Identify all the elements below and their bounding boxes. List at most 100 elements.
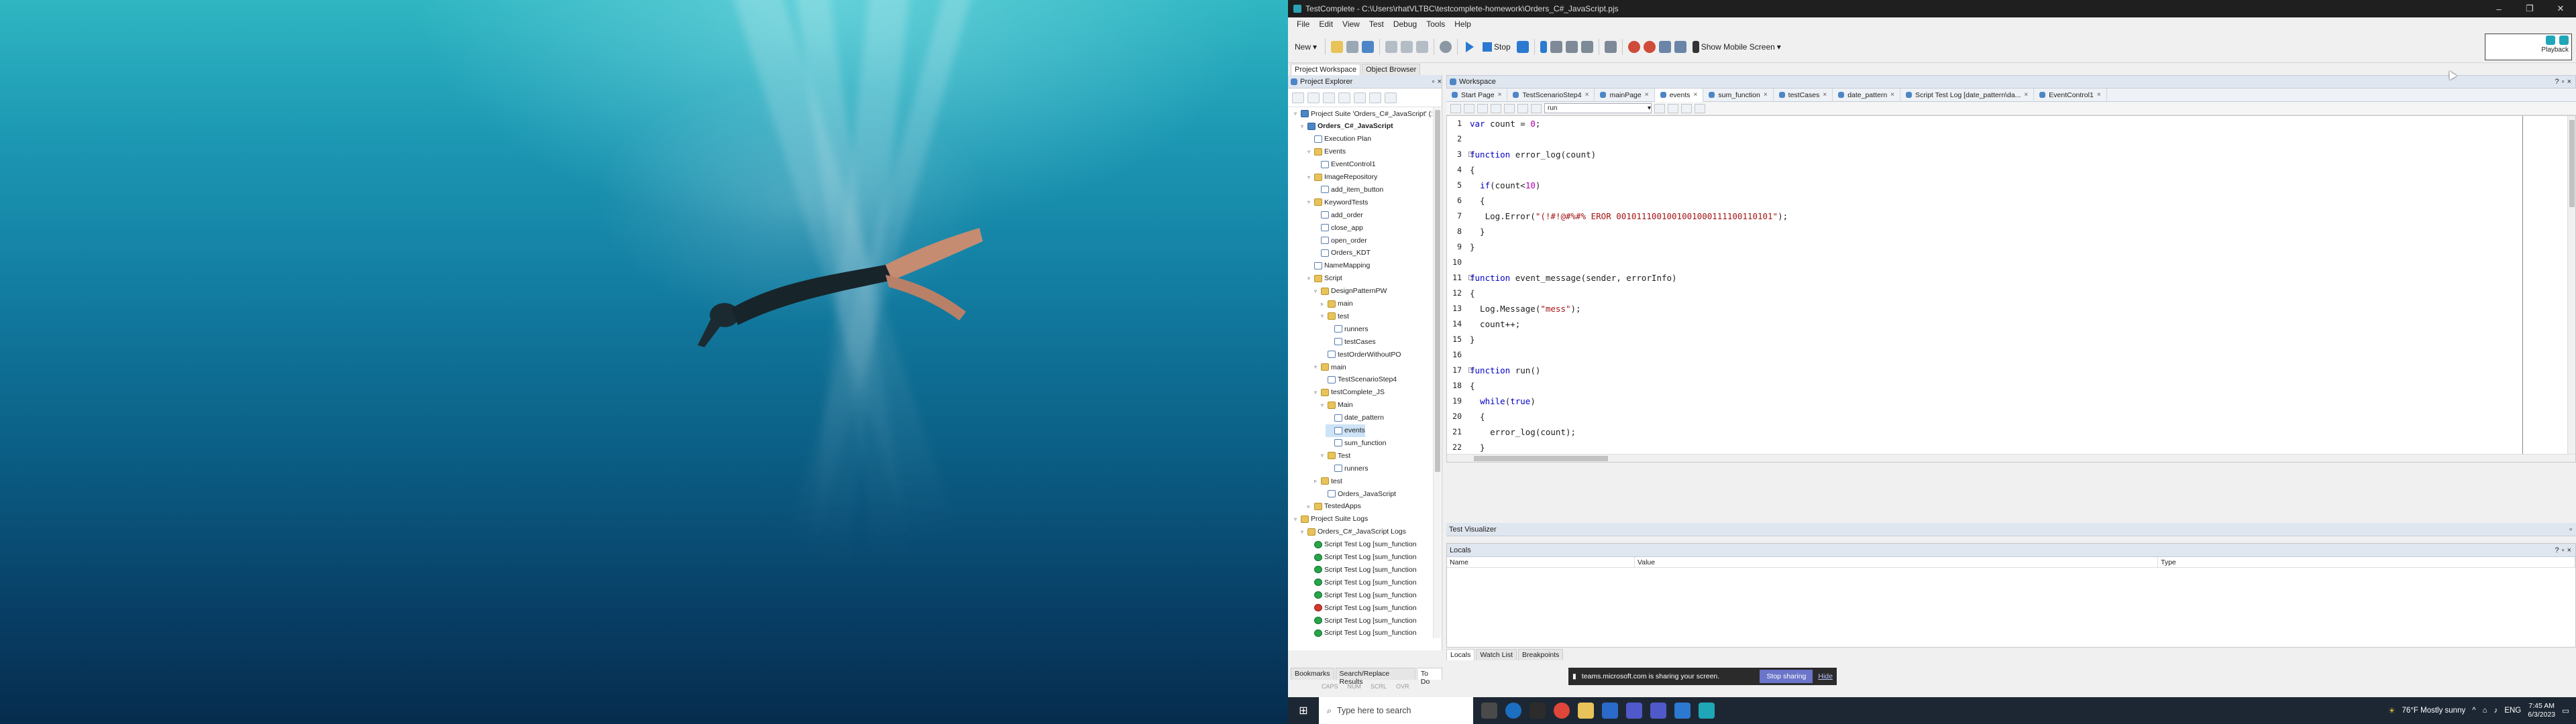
record-icon[interactable]	[1440, 40, 1452, 53]
tree-folder[interactable]: ▿ Project Suite Logs	[1292, 513, 1368, 526]
save-icon[interactable]	[1346, 40, 1359, 53]
testcomplete-icon[interactable]	[2546, 36, 2555, 45]
chevron-right-icon[interactable]: ▹	[1319, 301, 1326, 307]
menu-view[interactable]: View	[1338, 19, 1364, 29]
tree-log-item[interactable]: Script Test Log [sum_function	[1305, 563, 1417, 576]
routine-select[interactable]: run ▾	[1544, 103, 1652, 113]
close-icon[interactable]: ×	[2567, 78, 2575, 86]
tree-log-item[interactable]: Script Test Log [sum_function	[1305, 551, 1417, 564]
editor-tab[interactable]: TestScenarioStep4 ×	[1507, 88, 1595, 102]
open-icon[interactable]	[1331, 40, 1344, 53]
remove-icon[interactable]	[1323, 92, 1335, 103]
uncomment-icon[interactable]	[1491, 103, 1501, 113]
forward-icon[interactable]	[1531, 103, 1542, 113]
close-tab-icon[interactable]: ×	[1823, 91, 1827, 99]
run-routine-icon[interactable]	[1654, 103, 1665, 113]
chevron-down-icon[interactable]: ▿	[1305, 174, 1312, 180]
chevron-down-icon[interactable]: ▿	[1305, 149, 1312, 155]
menu-debug[interactable]: Debug	[1389, 19, 1421, 29]
tree-folder[interactable]: ▿ KeywordTests	[1305, 196, 1368, 208]
tree-item[interactable]: date_pattern	[1326, 412, 1384, 424]
tab-object-browser[interactable]: Object Browser	[1362, 64, 1421, 75]
tree-log-item[interactable]: Script Test Log [sum_function	[1305, 601, 1417, 614]
close-tab-icon[interactable]: ×	[1645, 91, 1649, 99]
editor-tab[interactable]: Start Page ×	[1446, 88, 1508, 102]
show-mobile-screen-button[interactable]: Show Mobile Screen ▾	[1690, 40, 1784, 54]
tools-icon[interactable]	[1674, 40, 1686, 53]
settings-icon[interactable]	[1695, 103, 1705, 113]
file-explorer-icon[interactable]	[1578, 703, 1594, 719]
language-indicator[interactable]: ENG	[2504, 707, 2521, 715]
tree-folder[interactable]: ▿ Script	[1305, 272, 1342, 285]
tree-item[interactable]: sum_function	[1326, 436, 1386, 449]
bug-settings-icon[interactable]	[1643, 40, 1656, 53]
close-tab-icon[interactable]: ×	[1764, 91, 1768, 99]
tree-item[interactable]: add_order	[1312, 208, 1363, 221]
chevron-down-icon[interactable]: ▿	[1312, 364, 1319, 370]
column-type[interactable]: Type	[2158, 557, 2575, 567]
help-icon[interactable]: ?	[2555, 78, 2559, 86]
comment-icon[interactable]	[1477, 103, 1488, 113]
filter-icon[interactable]	[1385, 92, 1397, 103]
expand-icon[interactable]: ▫	[2569, 526, 2576, 534]
expand-icon[interactable]	[1354, 92, 1366, 103]
tree-folder[interactable]: ▹ main	[1319, 298, 1353, 310]
close-tab-icon[interactable]: ×	[1498, 91, 1502, 99]
editor-tab[interactable]: sum_function ×	[1703, 88, 1774, 102]
tree-folder[interactable]: ▿ Test	[1319, 449, 1350, 462]
chevron-down-icon[interactable]: ▿	[1292, 111, 1299, 117]
code-editor[interactable]: 1234567891011121314151617181920212223 −−…	[1446, 115, 2576, 463]
clock[interactable]: 7:45 AM 6/3/2023	[2528, 702, 2555, 719]
step-into-icon[interactable]	[1550, 40, 1562, 53]
chevron-right-icon[interactable]: ▹	[1312, 478, 1319, 484]
tree-item[interactable]: NameMapping	[1305, 259, 1370, 272]
code-completion-icon[interactable]	[1681, 103, 1692, 113]
tree-item[interactable]: runners	[1326, 462, 1368, 475]
tree-folder[interactable]: ▿ ImageRepository	[1305, 171, 1377, 184]
network-icon[interactable]: ⌂	[2483, 707, 2487, 715]
chevron-down-icon[interactable]: ▿	[1312, 389, 1319, 396]
volume-icon[interactable]: ♪	[2494, 707, 2498, 715]
tab-bookmarks[interactable]: Bookmarks	[1291, 668, 1334, 680]
menu-file[interactable]: File	[1292, 19, 1314, 29]
step-over-icon[interactable]	[1565, 40, 1578, 53]
chevron-down-icon[interactable]: ▿	[1305, 276, 1312, 282]
tree-folder[interactable]: ▿ Main	[1319, 399, 1353, 412]
bug-icon[interactable]	[1627, 40, 1640, 53]
scrollbar-thumb[interactable]	[1435, 110, 1440, 472]
teams-meeting-icon[interactable]	[1650, 703, 1666, 719]
tab-to-do[interactable]: To Do	[1416, 668, 1442, 686]
run-button[interactable]	[1463, 40, 1477, 54]
tree-log-item[interactable]: Script Test Log [sum_function	[1305, 589, 1417, 601]
column-value[interactable]: Value	[1635, 557, 2158, 567]
taskbar-search[interactable]: ⌕ Type here to search	[1319, 697, 1473, 724]
chevron-down-icon[interactable]: ▿	[1305, 199, 1312, 205]
outdent-icon[interactable]	[1464, 103, 1474, 113]
close-tab-icon[interactable]: ×	[2097, 91, 2101, 99]
gear-icon[interactable]	[1658, 40, 1671, 53]
tree-folder[interactable]: ▿ Orders_C#_JavaScript	[1299, 120, 1393, 133]
tree-folder[interactable]: ▹ test	[1312, 475, 1342, 487]
editor-tab[interactable]: EventControl1 ×	[2034, 88, 2107, 102]
tab-search-replace-results[interactable]: Search/Replace Results	[1335, 668, 1415, 686]
tree-item[interactable]: close_app	[1312, 221, 1363, 234]
menu-test[interactable]: Test	[1364, 19, 1389, 29]
tree-folder[interactable]: ▿ DesignPatternPW	[1312, 285, 1387, 298]
debug-icon[interactable]	[1516, 40, 1529, 53]
hide-link[interactable]: Hide	[1818, 672, 1833, 680]
add-existing-icon[interactable]	[1307, 92, 1320, 103]
tree-item[interactable]: testOrderWithoutPO	[1319, 348, 1401, 361]
tab-watch-list[interactable]: Watch List	[1476, 649, 1517, 660]
copy-icon[interactable]	[1401, 40, 1413, 53]
chevron-down-icon[interactable]: ▿	[1292, 516, 1299, 522]
windows-start-icon[interactable]: ⊞	[1288, 704, 1319, 717]
explorer-scrollbar[interactable]	[1433, 107, 1441, 638]
collapse-icon[interactable]	[1369, 92, 1381, 103]
outlook-icon[interactable]	[1602, 703, 1618, 719]
chevron-down-icon[interactable]: ▿	[1319, 313, 1326, 319]
testcomplete-taskbar-icon[interactable]	[1699, 703, 1715, 719]
tree-item[interactable]: TestScenarioStep4	[1319, 373, 1397, 386]
tree-item[interactable]: Execution Plan	[1305, 133, 1371, 145]
tree-item[interactable]: Orders_JavaScript	[1319, 487, 1396, 500]
close-tab-icon[interactable]: ×	[1585, 91, 1589, 99]
